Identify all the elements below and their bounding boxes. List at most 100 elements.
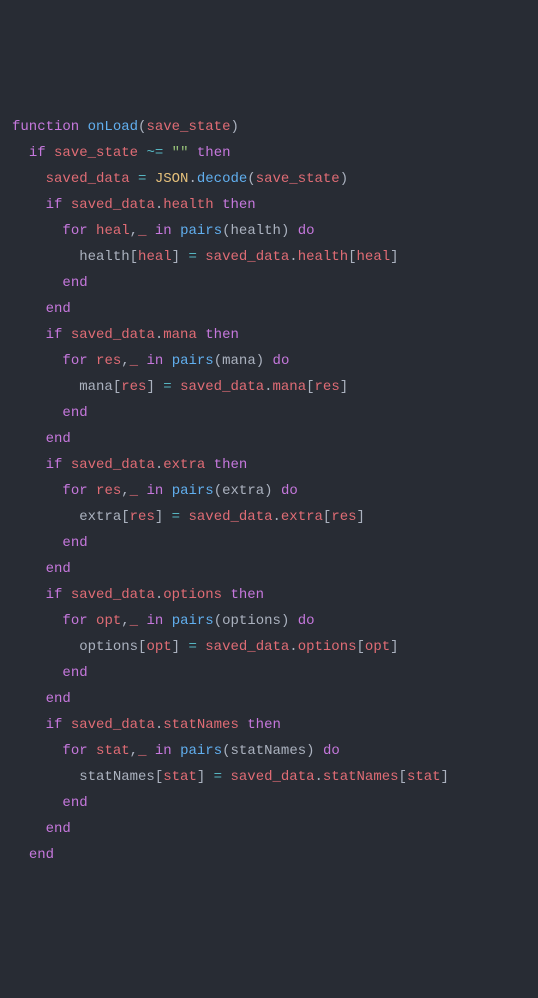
token-kw: for: [62, 743, 87, 759]
token-prop: extra: [281, 509, 323, 525]
token-plain: [88, 483, 96, 499]
token-plain: ,: [130, 743, 138, 759]
token-plain: .: [155, 457, 163, 473]
token-plain: .: [264, 379, 272, 395]
code-line: extra[res] = saved_data.extra[res]: [12, 504, 526, 530]
token-kw: in: [146, 613, 163, 629]
token-kw: do: [323, 743, 340, 759]
token-plain: ,: [130, 223, 138, 239]
token-kw: end: [62, 665, 87, 681]
token-plain: [163, 483, 171, 499]
token-plain: [163, 145, 171, 161]
token-plain: [: [357, 639, 365, 655]
token-prop: statNames: [163, 717, 239, 733]
token-fn: pairs: [172, 613, 214, 629]
code-line: for res,_ in pairs(extra) do: [12, 478, 526, 504]
token-op: =: [214, 769, 222, 785]
token-id: saved_data: [46, 171, 130, 187]
token-plain: [146, 743, 154, 759]
token-plain: ]: [197, 769, 214, 785]
token-plain: .: [315, 769, 323, 785]
token-kw: end: [46, 821, 71, 837]
token-kw: do: [298, 613, 315, 629]
token-plain: ]: [172, 639, 189, 655]
token-op: =: [163, 379, 171, 395]
token-id: saved_data: [71, 587, 155, 603]
token-plain: ]: [155, 509, 172, 525]
token-plain: [146, 171, 154, 187]
code-line: for stat,_ in pairs(statNames) do: [12, 738, 526, 764]
token-fn: pairs: [172, 483, 214, 499]
token-kw: end: [46, 561, 71, 577]
token-id: saved_data: [71, 717, 155, 733]
token-kw: end: [62, 795, 87, 811]
token-plain: (: [214, 613, 222, 629]
token-kw: end: [46, 301, 71, 317]
code-line: if saved_data.health then: [12, 192, 526, 218]
token-plain: [172, 223, 180, 239]
token-id: saved_data: [230, 769, 314, 785]
code-line: if save_state ~= "" then: [12, 140, 526, 166]
token-plain: ]: [390, 639, 398, 655]
code-line: end: [12, 270, 526, 296]
token-plain: [130, 171, 138, 187]
token-id: heal: [138, 249, 172, 265]
code-line: end: [12, 790, 526, 816]
token-plain: ): [306, 743, 323, 759]
token-id: saved_data: [71, 457, 155, 473]
token-plain: ]: [340, 379, 348, 395]
token-op: =: [188, 639, 196, 655]
token-prop: mana: [163, 327, 197, 343]
token-fn: pairs: [180, 223, 222, 239]
token-kw: in: [155, 743, 172, 759]
code-line: function onLoad(save_state): [12, 114, 526, 140]
token-fn: pairs: [172, 353, 214, 369]
code-line: end: [12, 400, 526, 426]
token-plain: ,: [121, 613, 129, 629]
token-id: save_state: [146, 119, 230, 135]
token-plain: .: [155, 587, 163, 603]
token-kw: end: [62, 535, 87, 551]
token-plain: [172, 743, 180, 759]
token-plain: [79, 119, 87, 135]
token-id: saved_data: [205, 249, 289, 265]
token-plain: statNames: [231, 743, 307, 759]
token-plain: ): [281, 613, 298, 629]
token-plain: ): [340, 171, 348, 187]
code-line: end: [12, 660, 526, 686]
token-id: heal: [96, 223, 130, 239]
token-plain: ,: [121, 483, 129, 499]
token-id: saved_data: [205, 639, 289, 655]
token-prop: extra: [163, 457, 205, 473]
token-kw: in: [146, 353, 163, 369]
token-kw: if: [29, 145, 46, 161]
token-plain: [: [130, 249, 138, 265]
token-id: res: [331, 509, 356, 525]
token-kw: end: [46, 691, 71, 707]
token-kw: if: [46, 197, 63, 213]
code-block: function onLoad(save_state) if save_stat…: [12, 114, 526, 868]
code-line: if saved_data.mana then: [12, 322, 526, 348]
token-kw: do: [273, 353, 290, 369]
token-kw: end: [46, 431, 71, 447]
token-plain: [172, 379, 180, 395]
token-str: "": [172, 145, 189, 161]
token-prop: mana: [273, 379, 307, 395]
token-id: res: [130, 509, 155, 525]
token-id: res: [121, 379, 146, 395]
token-plain: ): [264, 483, 281, 499]
token-plain: (: [222, 743, 230, 759]
token-op: =: [188, 249, 196, 265]
token-kw: for: [62, 353, 87, 369]
token-plain: (: [222, 223, 230, 239]
token-plain: .: [273, 509, 281, 525]
token-plain: [188, 145, 196, 161]
token-kw: then: [230, 587, 264, 603]
token-plain: [: [113, 379, 121, 395]
token-id: saved_data: [180, 379, 264, 395]
code-line: health[heal] = saved_data.health[heal]: [12, 244, 526, 270]
token-id: res: [96, 483, 121, 499]
token-prop: options: [163, 587, 222, 603]
token-plain: ]: [146, 379, 163, 395]
token-kw: end: [29, 847, 54, 863]
